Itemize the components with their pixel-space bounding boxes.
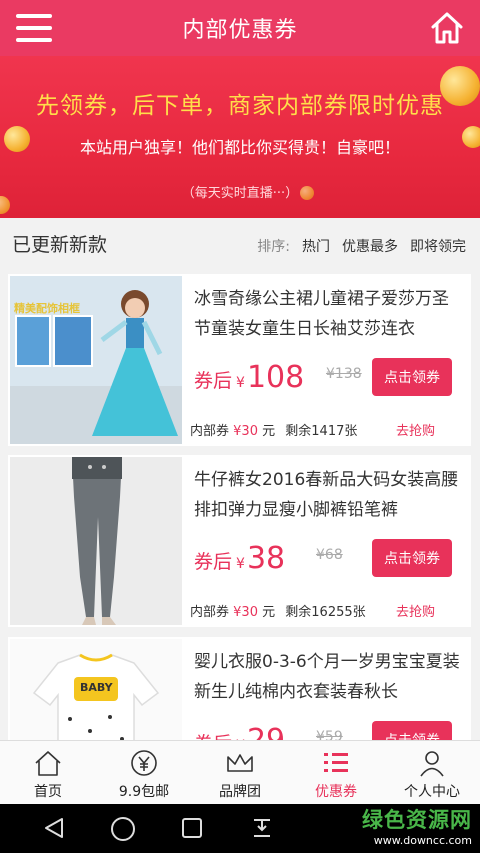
person-icon <box>420 751 444 777</box>
coupon-remaining: 剩余1417张 <box>285 424 358 439</box>
sort-ending-soon[interactable]: 即将领完 <box>410 236 466 256</box>
after-coupon-label: 券后 <box>194 370 233 392</box>
coupon-unit: 元 <box>262 424 276 439</box>
grab-link[interactable]: 去抢购 <box>396 420 435 439</box>
after-coupon-label: 券后 <box>194 551 233 573</box>
coupon-label: 内部券 <box>190 424 230 439</box>
tab-label: 个人中心 <box>404 784 460 800</box>
sort-label: 排序: <box>257 239 290 255</box>
recents-icon[interactable] <box>180 816 204 840</box>
notification-pull-icon[interactable] <box>250 816 274 840</box>
product-name[interactable]: 婴儿衣服0-3-6个月一岁男宝宝夏装新生儿纯棉内衣套装春秋长 <box>194 647 462 707</box>
yen-circle-icon <box>131 750 157 776</box>
banner-subtitle: 本站用户独享！他们都比你买得贵！自豪吧！ <box>79 138 400 157</box>
currency-symbol: ¥ <box>236 375 245 391</box>
back-icon[interactable] <box>42 816 66 840</box>
product-card[interactable]: 牛仔裤女2016春新品大码女装高腰排扣弹力显瘦小脚裤铅笔裤 券后 ¥38 ¥68 … <box>8 455 471 627</box>
tab-label: 9.9包邮 <box>118 784 170 800</box>
coupon-unit: 元 <box>262 605 276 620</box>
sort-hot[interactable]: 热门 <box>302 236 330 256</box>
product-name[interactable]: 牛仔裤女2016春新品大码女装高腰排扣弹力显瘦小脚裤铅笔裤 <box>194 465 462 525</box>
get-coupon-button[interactable]: 点击领券 <box>372 358 452 396</box>
product-image[interactable]: 精美配饰相框 <box>10 276 182 444</box>
price-value: 38 <box>246 541 286 576</box>
home-outline-icon <box>35 751 61 776</box>
coupon-remaining: 剩余16255张 <box>285 605 366 620</box>
tab-brand[interactable]: 品牌团 <box>192 741 288 804</box>
promo-banner[interactable]: 先领券，后下单，商家内部券限时优惠 本站用户独享！他们都比你买得贵！自豪吧！ （… <box>0 56 480 218</box>
home-circle-icon[interactable] <box>110 816 136 842</box>
price-after-coupon: 券后 ¥108 <box>194 360 304 395</box>
coupon-label: 内部券 <box>190 605 230 620</box>
bottom-tab-bar: 首页 9.9包邮 品牌团 优惠券 个人中心 <box>0 740 480 804</box>
coupon-info: 内部券 ¥30 元 剩余1417张 <box>190 420 357 439</box>
page-title: 内部优惠券 <box>182 18 298 43</box>
watermark: 绿色资源网 www.downcc.com <box>362 804 472 847</box>
product-name[interactable]: 冰雪奇缘公主裙儿童裙子爱莎万圣节童装女童生日长袖艾莎连衣 <box>194 284 462 344</box>
sort-most-discount[interactable]: 优惠最多 <box>342 236 398 256</box>
price-after-coupon: 券后 ¥38 <box>194 541 285 576</box>
product-card[interactable]: 精美配饰相框 冰雪奇缘公主裙儿童裙子爱莎万圣节童装女童生日长袖艾莎连衣 券后 ¥1… <box>8 274 471 446</box>
tab-free-shipping[interactable]: 9.9包邮 <box>96 741 192 804</box>
tab-label: 优惠券 <box>315 784 357 800</box>
thumb-caption: 精美配饰相框 <box>14 302 80 315</box>
coupon-value: ¥30 <box>233 605 258 620</box>
price-value: 108 <box>246 360 305 395</box>
tab-coupon[interactable]: 优惠券 <box>288 741 384 804</box>
crown-icon <box>227 754 253 772</box>
tab-label: 品牌团 <box>219 784 261 800</box>
sort-options: 排序: 热门 优惠最多 即将领完 <box>257 236 466 256</box>
list-icon <box>324 753 348 772</box>
menu-icon[interactable] <box>16 12 52 44</box>
sort-bar: 已更新新款 排序: 热门 优惠最多 即将领完 <box>0 218 480 270</box>
tab-home[interactable]: 首页 <box>0 741 96 804</box>
tab-profile[interactable]: 个人中心 <box>384 741 480 804</box>
app-header: 内部优惠券 <box>0 0 480 56</box>
watermark-url: www.downcc.com <box>373 834 472 847</box>
currency-symbol: ¥ <box>236 556 245 572</box>
watermark-name: 绿色资源网 <box>362 808 472 832</box>
product-image[interactable] <box>10 457 182 625</box>
coupon-info: 内部券 ¥30 元 剩余16255张 <box>190 601 366 620</box>
coupon-value: ¥30 <box>233 424 258 439</box>
banner-live-note: （每天实时直播···） <box>181 186 299 201</box>
new-items-label: 已更新新款 <box>12 234 108 256</box>
banner-headline: 先领券，后下单，商家内部券限时优惠 <box>36 93 444 119</box>
original-price: ¥68 <box>316 547 343 563</box>
thumb-caption: BABY <box>80 681 113 694</box>
get-coupon-button[interactable]: 点击领券 <box>372 539 452 577</box>
tab-label: 首页 <box>34 784 62 800</box>
grab-link[interactable]: 去抢购 <box>396 601 435 620</box>
home-icon[interactable] <box>430 10 464 46</box>
original-price: ¥138 <box>326 366 362 382</box>
